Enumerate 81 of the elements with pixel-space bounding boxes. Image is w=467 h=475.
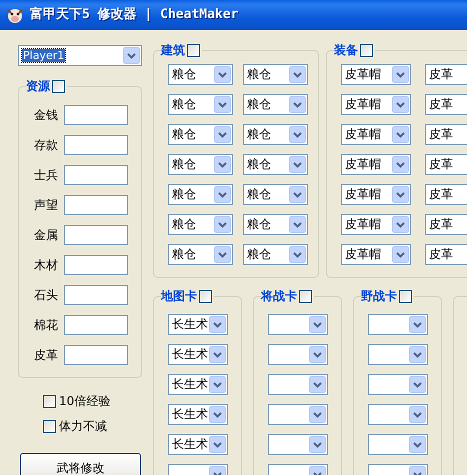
input-field[interactable]	[64, 225, 128, 245]
dropdown-field[interactable]	[368, 314, 428, 335]
general-edit-button[interactable]: 武将修改	[20, 453, 141, 475]
field-label: 声望	[33, 197, 59, 214]
input-field[interactable]	[64, 315, 128, 335]
checkbox[interactable]	[299, 290, 312, 302]
checkbox[interactable]	[399, 290, 412, 302]
dropdown-field[interactable]: 皮革	[425, 154, 467, 175]
field-label: 皮革	[33, 347, 59, 364]
dropdown-field[interactable]: 皮革	[425, 214, 467, 235]
input-field[interactable]	[64, 135, 128, 155]
dropdown-field[interactable]: 粮仓	[168, 244, 233, 265]
dropdown-field[interactable]: 粮仓	[243, 94, 308, 115]
dropdown-field[interactable]: 皮革帽	[341, 214, 411, 235]
input-field[interactable]	[64, 105, 128, 125]
field-label: 金钱	[33, 107, 59, 124]
dropdown-field[interactable]: 粮仓	[168, 214, 233, 235]
input-field[interactable]	[64, 255, 128, 275]
dropdown-field[interactable]	[268, 314, 328, 335]
checkbox[interactable]	[43, 394, 56, 408]
field-label: 木材	[33, 257, 59, 274]
dropdown-field[interactable]	[268, 374, 328, 395]
dropdown-field[interactable]: 皮革帽	[341, 154, 411, 175]
checkbox-label: 10倍经验	[59, 393, 110, 410]
dropdown-field[interactable]: 粮仓	[168, 94, 233, 115]
dropdown-field[interactable]: 长生术	[168, 344, 228, 365]
dropdown-field[interactable]: 皮革	[425, 64, 467, 85]
dropdown-field[interactable]: 粮仓	[243, 244, 308, 265]
window-title: 富甲天下5 修改器 | CheatMaker	[30, 6, 238, 24]
group-label: 装备	[334, 42, 358, 59]
dropdown-field[interactable]: 皮革帽	[341, 244, 411, 265]
checkbox[interactable]	[199, 290, 212, 302]
dropdown-field[interactable]: 皮革	[425, 94, 467, 115]
dropdown-field[interactable]	[368, 404, 428, 425]
field-label: 士兵	[33, 167, 59, 184]
dropdown-field[interactable]: 粮仓	[243, 214, 308, 235]
dropdown-field[interactable]: 粮仓	[168, 184, 233, 205]
dropdown-field[interactable]: 长生术	[168, 314, 228, 335]
dropdown-field[interactable]: 粮仓	[168, 64, 233, 85]
dropdown-field[interactable]	[268, 344, 328, 365]
input-field[interactable]	[64, 195, 128, 215]
group-label: 资源	[26, 78, 50, 95]
dropdown-field[interactable]: 皮革	[425, 244, 467, 265]
dropdown-field[interactable]: 粮仓	[243, 64, 308, 85]
dropdown-field[interactable]	[368, 374, 428, 395]
group-label: 建筑	[161, 42, 185, 59]
group-label: 将战卡	[261, 288, 297, 305]
dropdown-field[interactable]: 皮革	[425, 124, 467, 145]
checkbox[interactable]	[360, 44, 373, 56]
dropdown-field[interactable]: 皮革帽	[341, 64, 411, 85]
field-label: 棉花	[33, 317, 59, 334]
checkbox[interactable]	[187, 44, 200, 56]
dropdown-field[interactable]: 粮仓	[243, 184, 308, 205]
dropdown-field[interactable]: 皮革帽	[341, 184, 411, 205]
dropdown-field[interactable]	[368, 434, 428, 455]
group-label: 地图卡	[161, 288, 197, 305]
input-field[interactable]	[64, 285, 128, 305]
checkbox[interactable]	[52, 80, 65, 92]
input-field[interactable]	[64, 345, 128, 365]
dropdown-field[interactable]: 粮仓	[168, 124, 233, 145]
group-label: 野战卡	[361, 288, 397, 305]
dropdown-field[interactable]	[268, 404, 328, 425]
dropdown-field[interactable]: 长生术	[168, 374, 228, 395]
cow-icon	[6, 6, 24, 24]
field-label: 存款	[33, 137, 59, 154]
dropdown-field[interactable]: Player1	[18, 45, 142, 66]
dropdown-field[interactable]: 皮革帽	[341, 94, 411, 115]
checkbox-label: 体力不减	[59, 418, 107, 435]
dropdown-field[interactable]: 粮仓	[168, 154, 233, 175]
field-label: 石头	[33, 287, 59, 304]
dropdown-field[interactable]: 皮革帽	[341, 124, 411, 145]
dropdown-field[interactable]	[268, 434, 328, 455]
input-field[interactable]	[64, 165, 128, 185]
dropdown-field[interactable]: 长生术	[168, 434, 228, 455]
field-label: 金属	[33, 227, 59, 244]
dropdown-field[interactable]: 长生术	[168, 404, 228, 425]
dropdown-field[interactable]: 皮革	[425, 184, 467, 205]
checkbox[interactable]	[43, 420, 56, 432]
dropdown-field[interactable]: 粮仓	[243, 154, 308, 175]
dropdown-field[interactable]: 粮仓	[243, 124, 308, 145]
dropdown-field[interactable]	[368, 344, 428, 365]
